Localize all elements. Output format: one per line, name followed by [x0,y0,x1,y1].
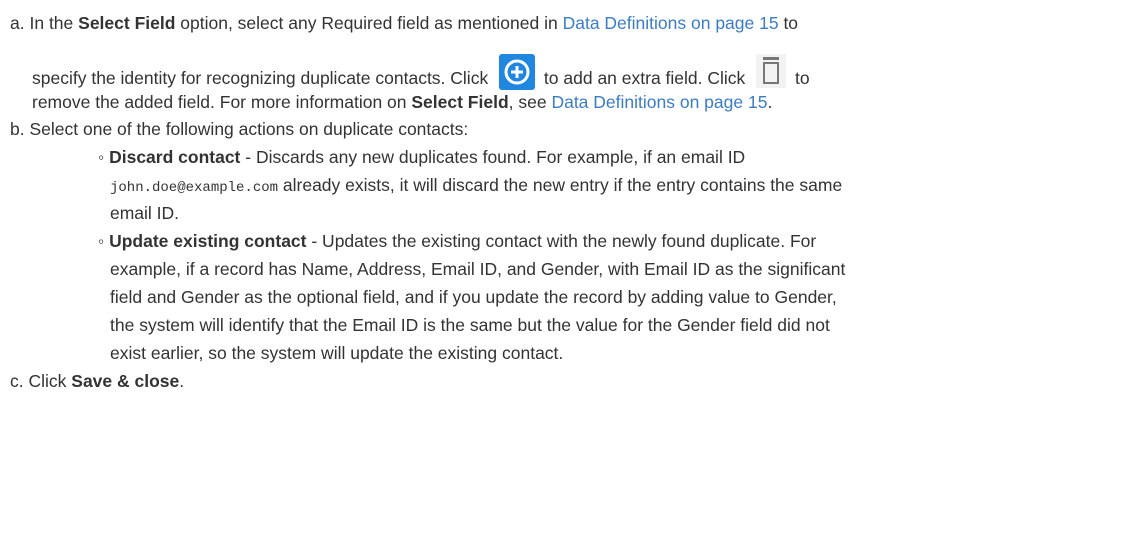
option-2-line-2: example, if a record has Name, Address, … [110,258,845,280]
step-a-line-3: remove the added field. For more informa… [32,91,772,113]
step-c-marker: c. [10,371,24,391]
save-close-label: Save & close [71,371,180,391]
text: specify the identity for recognizing dup… [32,68,494,88]
step-a-line-1: a. In the Select Field option, select an… [10,12,798,34]
plus-circle-icon[interactable] [499,54,536,90]
text: exist earlier, so the system will update… [110,343,564,363]
option-2-line-5: exist earlier, so the system will update… [110,342,563,364]
text: . [767,92,773,112]
data-definitions-link[interactable]: Data Definitions on page 15 [563,13,779,33]
option-title: Update existing contact [109,231,307,251]
option-2-line-1: ◦ Update existing contact - Updates the … [98,230,816,252]
text: - Updates the existing contact with the … [306,231,817,251]
step-a-line-2: specify the identity for recognizing dup… [32,54,810,90]
text: Select one of the following actions on d… [29,119,469,139]
select-field-label: Select Field [411,92,509,112]
step-a-marker: a. [10,13,25,33]
text: to [790,68,810,88]
text: Click [28,371,72,391]
text: already exists, it will discard the new … [278,175,843,195]
document-page: a. In the Select Field option, select an… [0,0,1125,542]
step-c-line: c. Click Save & close. [10,370,184,392]
data-definitions-link[interactable]: Data Definitions on page 15 [551,92,767,112]
option-2-line-4: the system will identify that the Email … [110,314,830,336]
text: . [179,371,185,391]
bullet: ◦ [98,147,105,167]
trash-icon[interactable] [756,54,787,88]
text: to add an extra field. Click [539,68,751,88]
text: option, select any Required field as men… [175,13,563,33]
text: field and Gender as the optional field, … [110,287,837,307]
option-1-line-3: email ID. [110,202,179,224]
bullet: ◦ [98,231,105,251]
text: In the [29,13,79,33]
email-code: john.doe@example.com [110,180,279,196]
select-field-label: Select Field [78,13,176,33]
option-title: Discard contact [109,147,241,167]
text: example, if a record has Name, Address, … [110,259,846,279]
text: the system will identify that the Email … [110,315,830,335]
option-1-line-1: ◦ Discard contact - Discards any new dup… [98,146,745,168]
text: email ID. [110,203,180,223]
option-2-line-3: field and Gender as the optional field, … [110,286,837,308]
text: remove the added field. For more informa… [32,92,412,112]
text: to [778,13,799,33]
text: - Discards any new duplicates found. For… [240,147,746,167]
step-b-marker: b. [10,119,25,139]
option-1-line-2: john.doe@example.com already exists, it … [110,174,842,199]
text: , see [508,92,552,112]
step-b-line: b. Select one of the following actions o… [10,118,468,140]
